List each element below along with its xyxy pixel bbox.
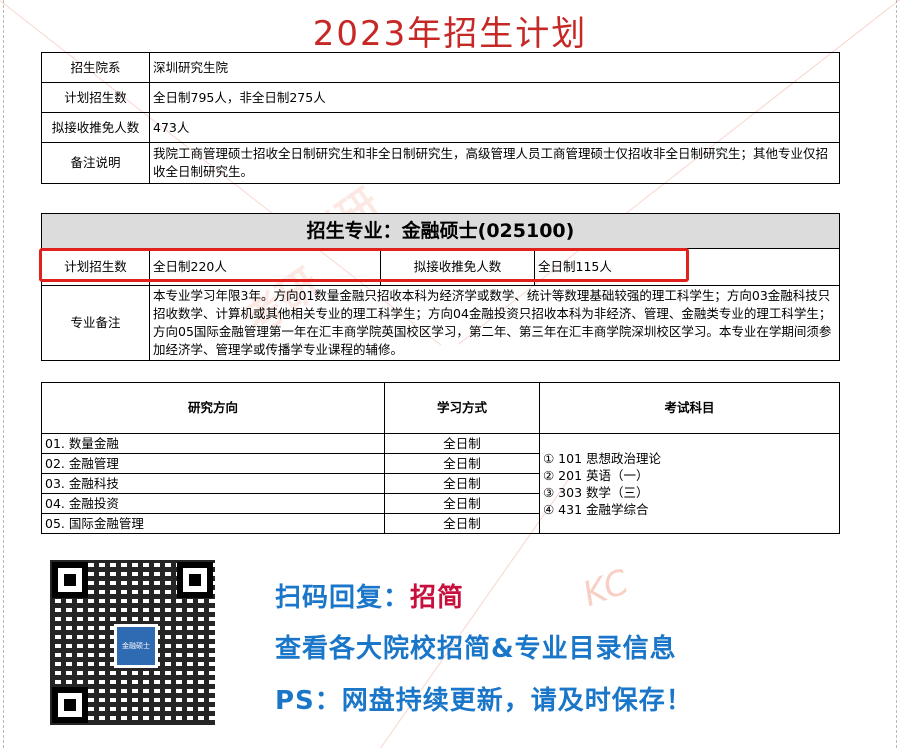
table-row: 招生专业：金融硕士(025100) <box>41 213 840 249</box>
school-info-table: 招生院系 深圳研究生院 计划招生数 全日制795人，非全日制275人 拟接收推免… <box>41 52 840 184</box>
highlight-box <box>39 248 689 282</box>
direction-name: 05. 国际金融管理 <box>41 513 385 534</box>
subject-item: ③ 303 数学（三） <box>543 484 649 500</box>
qr-finder <box>52 687 88 723</box>
header-mode: 学习方式 <box>384 382 540 434</box>
qr-finder <box>52 562 88 598</box>
qr-code[interactable]: 金融硕士 <box>50 560 215 725</box>
direction-mode: 全日制 <box>384 513 540 534</box>
subject-item: ① 101 思想政治理论 <box>543 450 662 466</box>
table-row: 备注说明 我院工商管理硕士招收全日制研究生和非全日制研究生，高级管理人员工商管理… <box>41 142 840 184</box>
subject-item: ④ 431 金融学综合 <box>543 501 649 517</box>
plan-label: 计划招生数 <box>41 82 150 113</box>
exempt-label: 拟接收推免人数 <box>41 112 150 143</box>
major-note-value: 本专业学习年限3年。方向01数量金融只招收本科为经济学或数学、统计等数理基础较强… <box>149 285 840 361</box>
dept-label: 招生院系 <box>41 52 150 83</box>
table-header-row: 研究方向 学习方式 考试科目 <box>41 382 840 434</box>
direction-mode: 全日制 <box>384 473 540 494</box>
table-row: 计划招生数 全日制795人，非全日制275人 <box>41 82 840 113</box>
promo-prefix: 扫码回复： <box>275 583 411 613</box>
qr-logo: 金融硕士 <box>114 624 158 668</box>
page-title: 2023年招生计划 <box>312 14 588 54</box>
qr-finder <box>177 562 213 598</box>
direction-name: 02. 金融管理 <box>41 453 385 474</box>
table-row: 拟接收推免人数 473人 <box>41 112 840 143</box>
header-subjects: 考试科目 <box>539 382 840 434</box>
promo-keyword: 招简 <box>410 583 465 613</box>
exempt-value: 473人 <box>149 112 840 143</box>
table-row: 专业备注 本专业学习年限3年。方向01数量金融只招收本科为经济学或数学、统计等数… <box>41 285 840 361</box>
promo-line-3: PS：网盘持续更新，请及时保存！ <box>275 686 693 716</box>
header-direction: 研究方向 <box>41 382 385 434</box>
promo-line-1: 扫码回复：招简 <box>275 577 464 614</box>
right-dashed-border <box>896 0 897 748</box>
direction-mode: 全日制 <box>384 433 540 454</box>
promo-line-2: 查看各大院校招简&专业目录信息 <box>275 634 677 664</box>
left-dashed-border <box>3 0 4 748</box>
direction-table: 研究方向 学习方式 考试科目 01. 数量金融 全日制 ① 101 思想政治理论… <box>41 382 840 534</box>
table-row: 01. 数量金融 全日制 ① 101 思想政治理论 ② 201 英语（一） ③ … <box>41 433 840 534</box>
remark-value: 我院工商管理硕士招收全日制研究生和非全日制研究生，高级管理人员工商管理硕士仅招收… <box>149 142 840 184</box>
plan-value: 全日制795人，非全日制275人 <box>149 82 840 113</box>
direction-mode: 全日制 <box>384 453 540 474</box>
major-note-label: 专业备注 <box>41 285 150 361</box>
major-table: 招生专业：金融硕士(025100) 计划招生数 全日制220人 拟接收推免人数 … <box>41 213 840 361</box>
dept-value: 深圳研究生院 <box>149 52 840 83</box>
major-heading: 招生专业：金融硕士(025100) <box>41 213 840 249</box>
direction-mode: 全日制 <box>384 493 540 514</box>
table-row: 招生院系 深圳研究生院 <box>41 52 840 83</box>
direction-name: 01. 数量金融 <box>41 433 385 454</box>
subject-item: ② 201 英语（一） <box>543 467 649 483</box>
exam-subjects: ① 101 思想政治理论 ② 201 英语（一） ③ 303 数学（三） ④ 4… <box>539 433 840 534</box>
remark-label: 备注说明 <box>41 142 150 184</box>
direction-name: 04. 金融投资 <box>41 493 385 514</box>
direction-name: 03. 金融科技 <box>41 473 385 494</box>
